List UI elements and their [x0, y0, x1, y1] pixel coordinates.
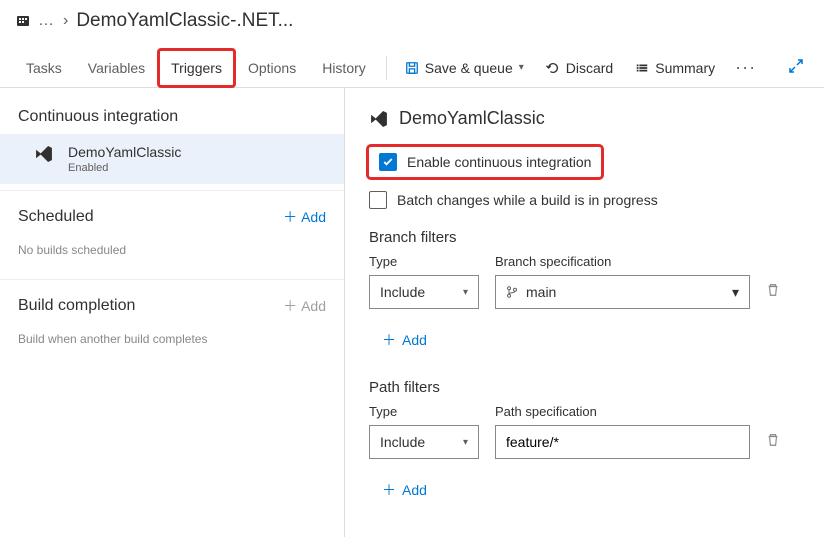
type-label: Type [369, 254, 479, 269]
breadcrumb-separator: › [63, 12, 68, 30]
save-queue-label: Save & queue [425, 60, 513, 76]
build-completion-empty-text: Build when another build completes [0, 324, 344, 362]
content-title: DemoYamlClassic [399, 108, 545, 129]
list-icon [635, 61, 649, 75]
tab-options[interactable]: Options [236, 50, 308, 86]
vs-icon [369, 109, 389, 129]
ci-item-sublabel: Enabled [68, 162, 181, 174]
enable-ci-label: Enable continuous integration [407, 154, 591, 170]
sidebar-item-ci[interactable]: DemoYamlClassic Enabled [0, 134, 344, 184]
org-icon[interactable] [14, 12, 32, 30]
branch-type-value: Include [380, 284, 425, 300]
tabbar: Tasks Variables Triggers Options History… [0, 48, 824, 88]
delete-path-filter-button[interactable] [766, 432, 780, 459]
plus-icon: ＋ [283, 296, 297, 316]
chevron-down-icon: ▾ [463, 437, 468, 448]
add-label: Add [402, 482, 427, 498]
summary-label: Summary [655, 60, 715, 76]
discard-label: Discard [566, 60, 613, 76]
main-split: Continuous integration DemoYamlClassic E… [0, 88, 824, 537]
expand-icon[interactable] [782, 52, 810, 83]
sidebar: Continuous integration DemoYamlClassic E… [0, 88, 345, 537]
breadcrumb-ellipsis[interactable]: … [38, 12, 55, 30]
tab-history[interactable]: History [310, 50, 378, 86]
path-filters-title: Path filters [369, 379, 800, 396]
branch-spec-field: Branch specification main ▾ [495, 254, 750, 309]
add-label: Add [301, 209, 326, 225]
plus-icon: ＋ [382, 480, 396, 500]
path-spec-label: Path specification [495, 404, 750, 419]
branch-spec-input[interactable]: main ▾ [495, 275, 750, 309]
type-label: Type [369, 404, 479, 419]
add-label: Add [301, 298, 326, 314]
batch-checkbox[interactable] [369, 191, 387, 209]
type-field: Type Include ▾ [369, 404, 479, 459]
content-header: DemoYamlClassic [369, 108, 800, 129]
enable-ci-checkbox[interactable] [379, 153, 397, 171]
more-button[interactable]: ··· [727, 57, 764, 78]
summary-button[interactable]: Summary [625, 54, 725, 82]
delete-branch-filter-button[interactable] [766, 282, 780, 309]
path-spec-field: Path specification [495, 404, 750, 459]
path-spec-input[interactable] [495, 425, 750, 459]
branch-type-dropdown[interactable]: Include ▾ [369, 275, 479, 309]
scheduled-section-header: Scheduled ＋ Add [0, 197, 344, 235]
scheduled-empty-text: No builds scheduled [0, 235, 344, 273]
ci-item-label: DemoYamlClassic [68, 144, 181, 160]
ci-section-title: Continuous integration [18, 108, 178, 126]
branch-filters-title: Branch filters [369, 229, 800, 246]
plus-icon: ＋ [382, 330, 396, 350]
content-panel: DemoYamlClassic Enable continuous integr… [345, 88, 824, 537]
build-completion-section-header: Build completion ＋ Add [0, 286, 344, 324]
sidebar-divider [0, 190, 344, 191]
branch-spec-value: main [526, 284, 556, 300]
add-path-filter-button[interactable]: ＋ Add [369, 471, 440, 509]
batch-row: Batch changes while a build is in progre… [369, 191, 800, 209]
add-build-completion-button[interactable]: ＋ Add [283, 296, 326, 316]
page-title[interactable]: DemoYamlClassic-.NET... [76, 10, 293, 32]
path-type-dropdown[interactable]: Include ▾ [369, 425, 479, 459]
add-scheduled-button[interactable]: ＋ Add [283, 207, 326, 227]
branch-filter-row: Type Include ▾ Branch specification main… [369, 254, 800, 309]
plus-icon: ＋ [283, 207, 297, 227]
chevron-down-icon: ▾ [732, 284, 739, 301]
breadcrumb: … › DemoYamlClassic-.NET... [0, 0, 824, 48]
chevron-down-icon: ▾ [519, 62, 524, 73]
undo-icon [546, 61, 560, 75]
add-label: Add [402, 332, 427, 348]
tab-variables[interactable]: Variables [76, 50, 157, 86]
branch-spec-label: Branch specification [495, 254, 750, 269]
tabbar-separator [386, 56, 387, 80]
scheduled-section-title: Scheduled [18, 208, 94, 226]
tab-tasks[interactable]: Tasks [14, 50, 74, 86]
sidebar-divider [0, 279, 344, 280]
save-queue-button[interactable]: Save & queue ▾ [395, 54, 534, 82]
batch-label: Batch changes while a build is in progre… [397, 192, 658, 208]
path-type-value: Include [380, 434, 425, 450]
type-field: Type Include ▾ [369, 254, 479, 309]
enable-ci-highlight: Enable continuous integration [369, 147, 601, 177]
vs-icon [34, 144, 54, 164]
chevron-down-icon: ▾ [463, 287, 468, 298]
build-completion-title: Build completion [18, 297, 135, 315]
tab-triggers[interactable]: Triggers [159, 50, 234, 86]
ci-section-header: Continuous integration [0, 98, 344, 134]
path-filter-row: Type Include ▾ Path specification [369, 404, 800, 459]
discard-button[interactable]: Discard [536, 54, 623, 82]
add-branch-filter-button[interactable]: ＋ Add [369, 321, 440, 359]
save-icon [405, 61, 419, 75]
git-branch-icon [506, 285, 518, 299]
